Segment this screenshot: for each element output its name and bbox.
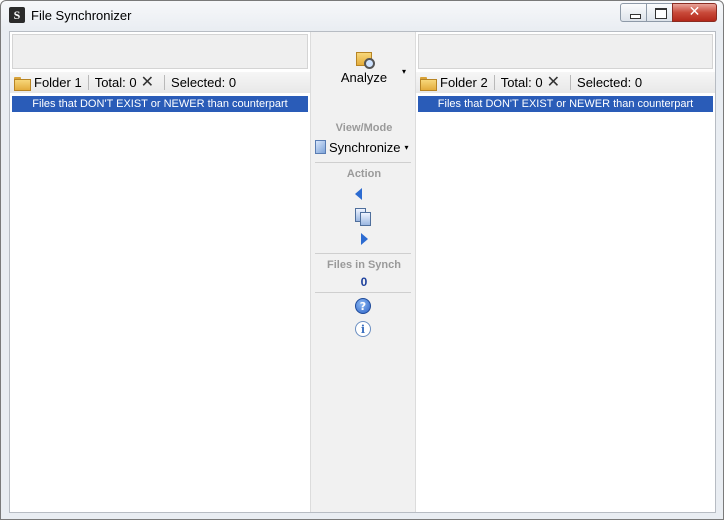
- divider: [315, 292, 411, 293]
- copy-right-icon[interactable]: [353, 231, 373, 247]
- left-toolbar: Folder 1 Total: 0 ✕ Selected: 0: [10, 72, 310, 93]
- app-logo-icon: S: [9, 7, 25, 23]
- folder-open-icon[interactable]: [14, 76, 31, 91]
- divider: [315, 162, 411, 163]
- left-selected-label: Selected: 0: [171, 75, 237, 90]
- right-filter-bar[interactable]: Files that DON'T EXIST or NEWER than cou…: [418, 96, 713, 112]
- middle-panel: Analyze ▾ View/Mode Synchronize ▾ Action…: [310, 32, 416, 512]
- help-icon[interactable]: ?: [355, 298, 371, 314]
- chevron-down-icon: ▾: [404, 142, 409, 152]
- folder-open-icon[interactable]: [420, 76, 437, 91]
- copy-left-icon[interactable]: [353, 186, 373, 202]
- app-window: S File Synchronizer ✕ Folder 1 Total: 0 …: [0, 0, 724, 520]
- right-selected-label: Selected: 0: [577, 75, 643, 90]
- files-in-synch-count: 0: [360, 275, 368, 289]
- action-title: Action: [346, 168, 382, 180]
- mode-dropdown[interactable]: Synchronize ▾: [313, 138, 413, 156]
- right-folder-label[interactable]: Folder 2: [440, 75, 488, 90]
- analyze-icon: [356, 52, 375, 69]
- left-clear-icon[interactable]: ✕: [141, 74, 154, 90]
- divider: [315, 253, 411, 254]
- sync-both-icon[interactable]: [353, 208, 373, 226]
- minimize-button[interactable]: [620, 3, 647, 22]
- mode-label: Synchronize: [329, 139, 401, 155]
- close-button[interactable]: ✕: [672, 3, 717, 22]
- files-in-synch-title: Files in Synch: [327, 259, 401, 271]
- left-total-label: Total: 0: [94, 75, 137, 90]
- right-clear-icon[interactable]: ✕: [547, 74, 560, 90]
- divider: [87, 75, 89, 90]
- synchronize-icon: [315, 140, 326, 154]
- divider: [493, 75, 495, 90]
- left-file-list[interactable]: [12, 114, 308, 510]
- title-bar[interactable]: S File Synchronizer ✕: [1, 1, 723, 31]
- right-file-list[interactable]: [418, 114, 713, 510]
- window-title: File Synchronizer: [31, 8, 132, 23]
- analyze-button[interactable]: Analyze: [317, 52, 411, 94]
- left-path-box[interactable]: [12, 34, 308, 69]
- info-icon[interactable]: i: [355, 321, 371, 337]
- left-folder-label[interactable]: Folder 1: [34, 75, 82, 90]
- right-toolbar: Folder 2 Total: 0 ✕ Selected: 0: [416, 72, 715, 93]
- left-pane: Folder 1 Total: 0 ✕ Selected: 0 Files th…: [10, 32, 310, 512]
- window-controls: ✕: [620, 3, 717, 22]
- analyze-dropdown-icon[interactable]: ▾: [402, 67, 406, 76]
- view-mode-title: View/Mode: [335, 122, 393, 134]
- right-total-label: Total: 0: [500, 75, 543, 90]
- left-filter-bar[interactable]: Files that DON'T EXIST or NEWER than cou…: [12, 96, 308, 112]
- divider: [570, 75, 572, 90]
- analyze-label: Analyze: [340, 70, 388, 85]
- right-path-box[interactable]: [418, 34, 713, 69]
- right-pane: Folder 2 Total: 0 ✕ Selected: 0 Files th…: [416, 32, 715, 512]
- divider: [164, 75, 166, 90]
- main-area: Folder 1 Total: 0 ✕ Selected: 0 Files th…: [9, 31, 716, 513]
- maximize-button[interactable]: [646, 3, 673, 22]
